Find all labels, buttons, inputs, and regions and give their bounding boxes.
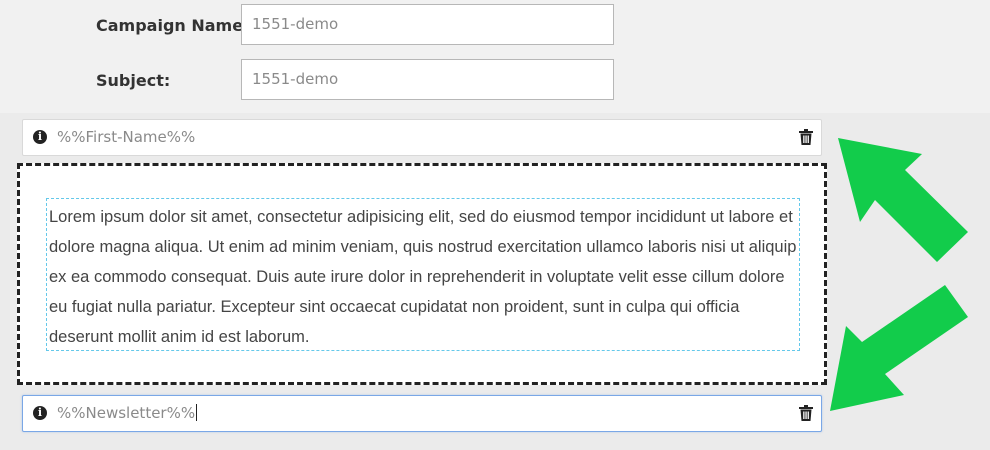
info-icon[interactable]: i — [33, 406, 47, 420]
trash-icon[interactable] — [799, 405, 813, 421]
merge-field-token: %%First-Name%% — [57, 128, 196, 146]
campaign-name-label: Campaign Name: — [96, 16, 250, 35]
subject-label: Subject: — [96, 71, 171, 90]
merge-field-block-first-name[interactable]: i %%First-Name%% — [22, 119, 822, 156]
arrow-icon — [830, 138, 968, 411]
text-block-body[interactable]: Lorem ipsum dolor sit amet, consectetur … — [46, 198, 800, 351]
subject-input[interactable]: 1551-demo — [241, 59, 614, 100]
text-cursor — [196, 404, 198, 421]
merge-field-token-input[interactable]: %%Newsletter%% — [57, 396, 198, 431]
campaign-name-input[interactable]: 1551-demo — [241, 4, 614, 45]
merge-field-block-newsletter[interactable]: i %%Newsletter%% — [22, 395, 822, 432]
trash-icon[interactable] — [799, 129, 813, 145]
info-icon[interactable]: i — [33, 130, 47, 144]
